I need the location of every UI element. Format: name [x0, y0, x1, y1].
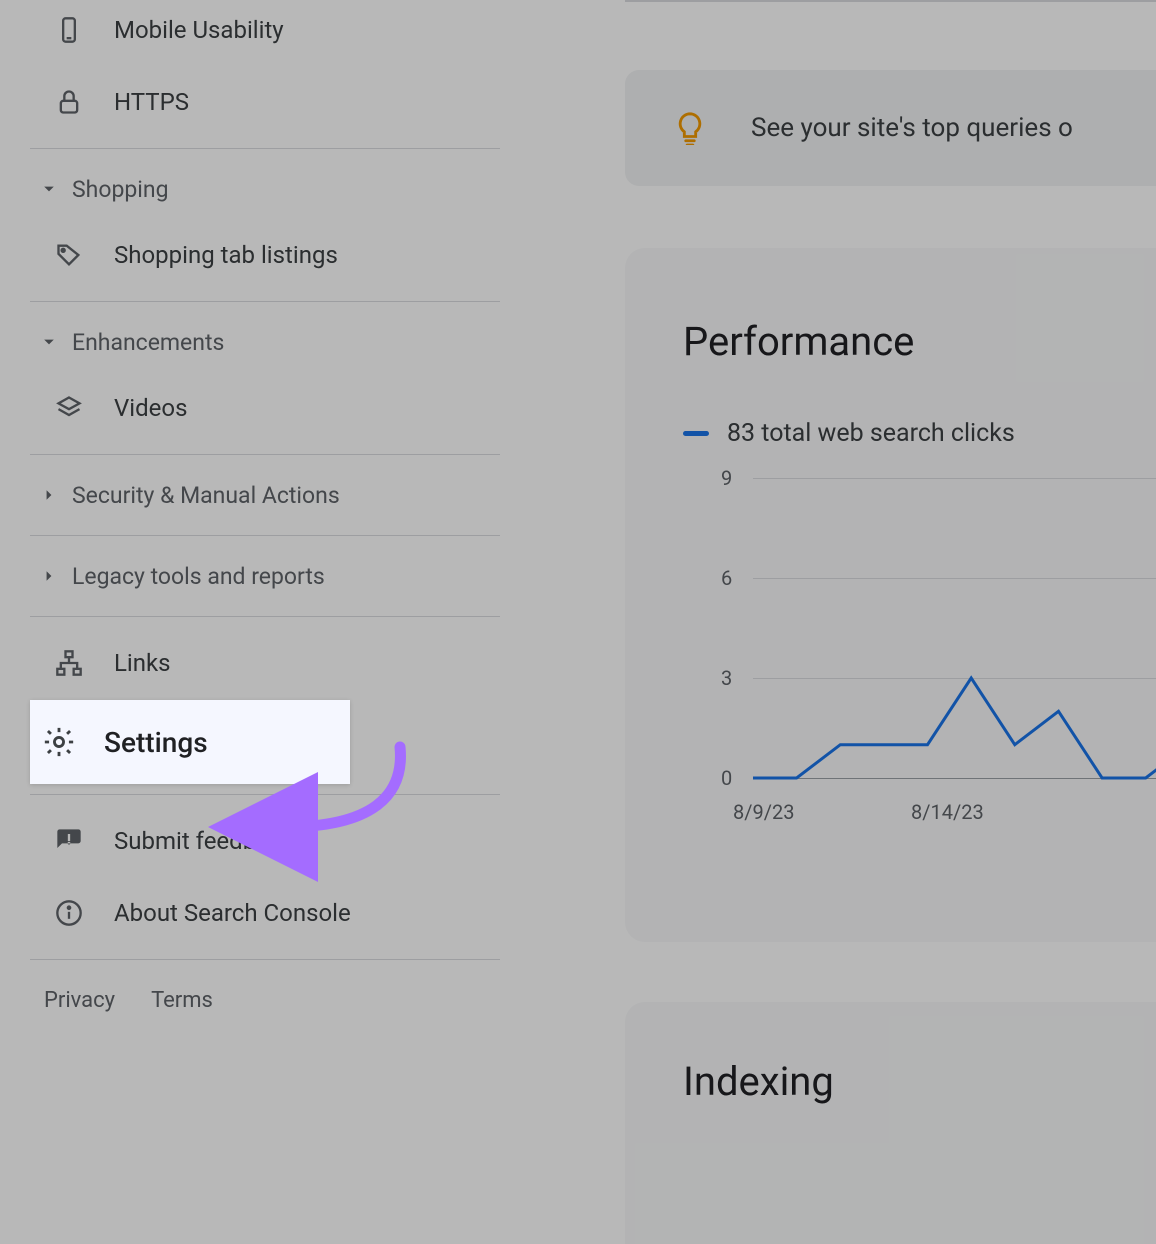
sidebar-group-label: Security & Manual Actions: [72, 482, 340, 509]
divider: [30, 959, 500, 960]
divider: [30, 454, 500, 455]
sidebar-item-videos[interactable]: Videos: [0, 372, 530, 444]
mobile-icon: [54, 15, 84, 45]
sidebar-item-shopping-tab-listings[interactable]: Shopping tab listings: [0, 219, 530, 291]
chevron-down-icon: [40, 333, 58, 351]
chevron-right-icon: [40, 567, 58, 585]
sidebar-item-label: Settings: [104, 726, 208, 759]
sidebar: Mobile Usability HTTPS Shopping Shopping…: [0, 0, 530, 1244]
indexing-card: Indexing: [625, 1002, 1156, 1244]
divider: [30, 616, 500, 617]
sidebar-item-submit-feedback[interactable]: Submit feedback: [0, 805, 530, 877]
tip-text: See your site's top queries o: [751, 113, 1073, 143]
sidebar-group-shopping[interactable]: Shopping: [0, 159, 530, 219]
feedback-icon: [54, 826, 84, 856]
performance-title: Performance: [683, 318, 1156, 365]
sidebar-item-about[interactable]: About Search Console: [0, 877, 530, 949]
tag-icon: [54, 240, 84, 270]
indexing-title: Indexing: [683, 1058, 1156, 1105]
y-tick: 0: [721, 766, 732, 790]
y-tick: 6: [721, 566, 732, 590]
y-tick: 9: [721, 466, 732, 490]
sitemap-icon: [54, 648, 84, 678]
gridline: [753, 778, 1156, 779]
y-tick: 3: [721, 666, 732, 690]
tip-card[interactable]: See your site's top queries o: [625, 70, 1156, 186]
chevron-down-icon: [40, 180, 58, 198]
sidebar-item-label: Videos: [114, 394, 187, 422]
main-area: See your site's top queries o Performanc…: [625, 0, 1156, 1244]
divider: [30, 301, 500, 302]
sidebar-item-label: Mobile Usability: [114, 16, 284, 44]
privacy-link[interactable]: Privacy: [44, 988, 115, 1013]
chart-line: [753, 468, 1156, 778]
divider: [625, 0, 1156, 2]
x-tick: 8/14/23: [911, 800, 984, 824]
performance-chart: 9 6 3 0 8/9/23 8/14/23: [683, 468, 1156, 848]
sidebar-group-label: Enhancements: [72, 329, 224, 356]
sidebar-footer: Privacy Terms: [0, 970, 530, 1030]
x-tick: 8/9/23: [733, 800, 794, 824]
chart-legend: 83 total web search clicks: [683, 419, 1156, 448]
legend-swatch: [683, 431, 709, 436]
sidebar-group-legacy[interactable]: Legacy tools and reports: [0, 546, 530, 606]
info-icon: [54, 898, 84, 928]
gear-icon: [42, 725, 76, 759]
terms-link[interactable]: Terms: [151, 988, 213, 1013]
sidebar-item-label: HTTPS: [114, 88, 189, 116]
chevron-right-icon: [40, 486, 58, 504]
divider: [30, 535, 500, 536]
sidebar-item-settings[interactable]: Settings: [30, 700, 350, 784]
sidebar-item-mobile-usability[interactable]: Mobile Usability: [0, 0, 530, 66]
sidebar-group-label: Shopping: [72, 176, 168, 203]
divider: [30, 148, 500, 149]
sidebar-item-label: Links: [114, 649, 171, 677]
layers-icon: [54, 393, 84, 423]
sidebar-group-security[interactable]: Security & Manual Actions: [0, 465, 530, 525]
legend-label: 83 total web search clicks: [727, 419, 1015, 448]
sidebar-item-label: Shopping tab listings: [114, 241, 338, 269]
performance-card: Performance 83 total web search clicks 9…: [625, 248, 1156, 942]
sidebar-item-links[interactable]: Links: [0, 627, 530, 699]
sidebar-item-label: Submit feedback: [114, 827, 294, 855]
lightbulb-icon: [673, 111, 707, 145]
sidebar-group-label: Legacy tools and reports: [72, 563, 325, 590]
sidebar-group-enhancements[interactable]: Enhancements: [0, 312, 530, 372]
divider: [30, 794, 500, 795]
sidebar-item-label: About Search Console: [114, 899, 351, 927]
lock-icon: [54, 87, 84, 117]
sidebar-item-https[interactable]: HTTPS: [0, 66, 530, 138]
